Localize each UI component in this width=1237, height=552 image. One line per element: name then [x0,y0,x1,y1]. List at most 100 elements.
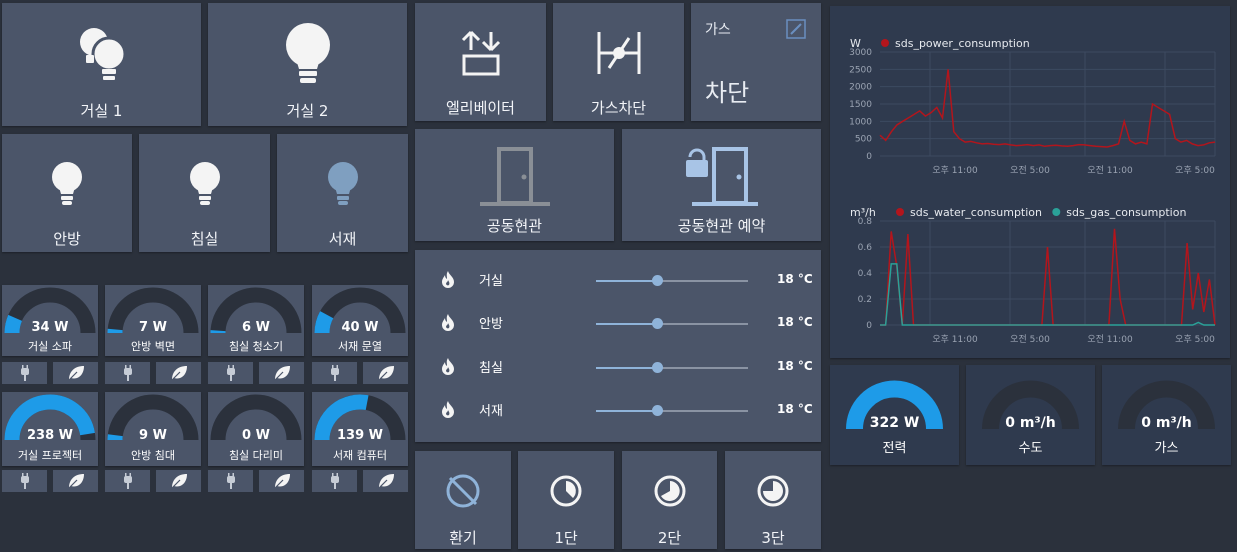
heating-temp: 18 °C [777,272,813,286]
plug-icon [226,365,235,381]
meter-card[interactable]: 0 m³/h 수도 [966,365,1095,465]
eco-button[interactable] [259,362,304,384]
eco-button[interactable] [53,362,98,384]
plug-gauge-card[interactable]: 0 W 침실 다리미 [208,392,304,466]
plug-on-button[interactable] [208,470,253,492]
x-tick-label: 오전 11:00 [1087,165,1133,176]
meter-name: 전력 [882,441,907,456]
meter-value: 0 m³/h [1141,415,1192,431]
door-lock-icon [685,147,758,206]
eco-button[interactable] [53,470,98,492]
entrance-door-reserve-label: 공동현관 예약 [677,217,766,235]
heating-slider-fill [596,410,657,412]
heating-temp: 18 °C [777,359,813,373]
flame-icon [442,314,454,331]
valve-icon [786,19,806,39]
heating-slider-thumb[interactable] [651,362,663,373]
light-label: 안방 [53,230,81,248]
fan-speed-1-icon [550,475,582,507]
entrance-door-reserve-button[interactable]: 공동현관 예약 [622,129,821,241]
fan-speed-2-button[interactable]: 2단 [622,451,717,549]
x-tick-label: 오후 11:00 [932,334,978,345]
meter-card[interactable]: 322 W 전력 [830,365,959,465]
light-card-bedroom[interactable]: 침실 [139,134,270,252]
heating-room: 거실 [479,274,503,289]
legend-label[interactable]: sds_power_consumption [895,37,1030,50]
eco-button[interactable] [156,470,201,492]
plug-on-button[interactable] [105,362,150,384]
plug-gauge-card[interactable]: 238 W 거실 프로젝터 [2,392,98,466]
leaf-icon [171,366,187,381]
heating-temp: 18 °C [777,315,813,329]
light-card-living-1[interactable]: 거실 1 [2,3,201,126]
legend-label[interactable]: sds_gas_consumption [1066,206,1186,219]
gas-status-title: 가스 [705,22,731,38]
gauge-name: 안방 침대 [131,449,175,462]
light-label: 거실 1 [80,102,123,120]
fan-label: 2단 [657,529,682,547]
meter-name: 수도 [1018,441,1043,456]
entrance-door-button[interactable]: 공동현관 [415,129,614,241]
y-tick-label: 0 [866,321,872,331]
gauge-value: 0 W [242,428,270,443]
gauge-name: 거실 소파 [28,340,72,353]
gauge-name: 서재 컴퓨터 [332,449,388,462]
meter-card[interactable]: 0 m³/h 가스 [1102,365,1231,465]
y-tick-label: 1500 [849,100,872,110]
leaf-icon [68,366,84,381]
x-tick-label: 오전 5:00 [1010,334,1050,345]
heating-room: 서재 [479,404,503,419]
light-card-master-bedroom[interactable]: 안방 [2,134,132,252]
eco-button[interactable] [156,362,201,384]
plug-on-button[interactable] [105,470,150,492]
plug-on-button[interactable] [2,362,47,384]
heating-slider-thumb[interactable] [651,318,663,329]
elevator-button[interactable]: 엘리베이터 [415,3,546,121]
fan-speed-3-button[interactable]: 3단 [725,451,821,549]
y-tick-label: 2000 [849,83,872,93]
light-label: 거실 2 [286,102,329,120]
heating-room: 침실 [479,361,503,376]
fan-off-button[interactable]: 환기 [415,451,511,549]
plug-gauge-card[interactable]: 139 W 서재 컴퓨터 [312,392,408,466]
elevator-label: 엘리베이터 [445,99,515,117]
bulb-icon [52,162,82,205]
plug-icon [123,365,132,381]
gauge-value: 7 W [139,320,167,335]
fan-label: 1단 [554,529,578,547]
plug-gauge-card[interactable]: 6 W 침실 청소기 [208,285,304,356]
gauge-value: 40 W [341,320,379,335]
gas-cut-button[interactable]: 가스차단 [553,3,684,121]
fan-speed-3-icon [757,475,789,507]
plug-gauge-card[interactable]: 40 W 서재 문열 [312,285,408,356]
fan-speed-2-icon [654,475,685,507]
meter-value: 322 W [869,415,920,431]
gauge-value: 238 W [26,428,73,443]
plug-gauge-card[interactable]: 9 W 안방 침대 [105,392,201,466]
plug-icon [226,473,235,489]
plug-on-button[interactable] [312,362,357,384]
door-icon [479,147,550,206]
eco-button[interactable] [259,470,304,492]
heating-slider-fill [596,280,657,282]
legend-label[interactable]: sds_water_consumption [910,206,1042,219]
heating-room: 안방 [479,317,503,332]
plug-on-button[interactable] [208,362,253,384]
plug-gauge-card[interactable]: 7 W 안방 벽면 [105,285,201,356]
plug-on-button[interactable] [2,470,47,492]
history-charts-panel: Wsds_power_consumption 3000 2500 2000 1500 10… [830,6,1230,358]
flame-icon [442,271,454,288]
plug-gauge-card[interactable]: 34 W 거실 소파 [2,285,98,356]
plug-on-button[interactable] [312,470,357,492]
eco-button[interactable] [363,362,408,384]
eco-button[interactable] [363,470,408,492]
heating-slider-thumb[interactable] [651,405,663,416]
plug-icon [330,473,339,489]
fan-speed-1-button[interactable]: 1단 [518,451,614,549]
heating-slider-thumb[interactable] [651,275,663,286]
light-card-living-2[interactable]: 거실 2 [208,3,407,126]
gas-status-card[interactable]: 가스 차단 [691,3,821,121]
gauge-value: 34 W [31,320,69,335]
light-card-study[interactable]: 서재 [277,134,408,252]
leaf-icon [68,474,84,489]
